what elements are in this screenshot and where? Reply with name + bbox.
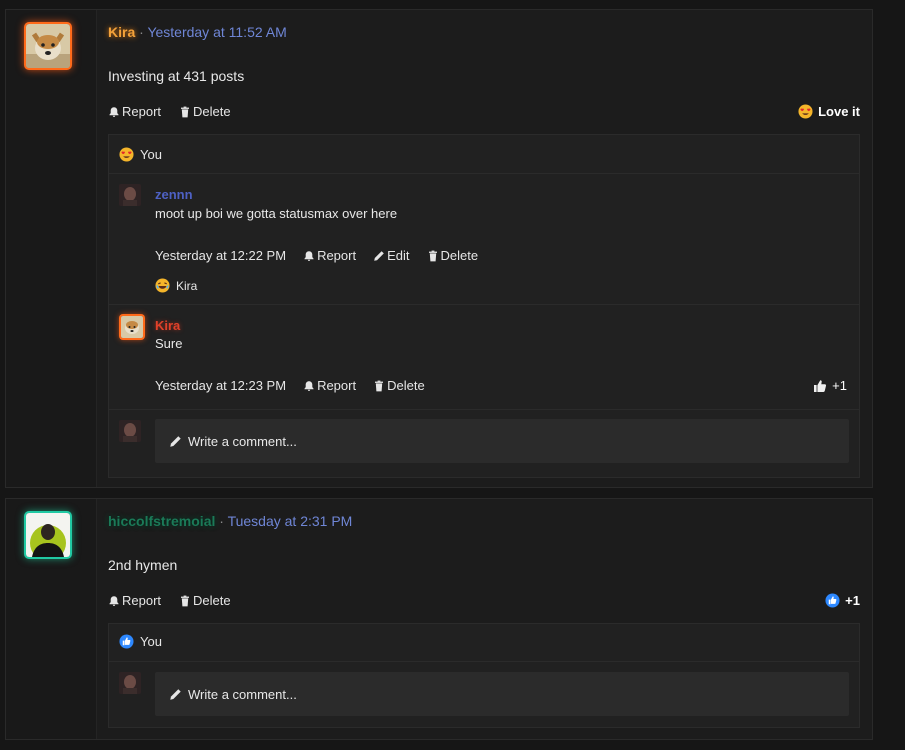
post-message: 2nd hymen [108, 557, 178, 573]
post-meta: Kira · Yesterday at 11:52 AM [108, 24, 287, 40]
avatar-image [119, 672, 141, 694]
heart-eyes-emoji-icon [119, 147, 134, 162]
post-timestamp[interactable]: Tuesday at 2:31 PM [228, 513, 353, 529]
heart-eyes-emoji-icon [798, 104, 813, 119]
comment-author[interactable]: zennn [155, 187, 193, 202]
post-2: hiccolfstremoial · Tuesday at 2:31 PM 2n… [5, 498, 873, 740]
reacted-by-row[interactable]: You [119, 147, 162, 162]
report-label: Report [317, 378, 357, 393]
report-button[interactable]: Report [303, 248, 356, 263]
report-button[interactable]: Report [303, 378, 356, 393]
divider [109, 409, 859, 410]
pencil-icon [169, 435, 182, 448]
post-actions: Report Delete [108, 104, 231, 119]
comment-timestamp[interactable]: Yesterday at 12:23 PM [155, 378, 286, 393]
bell-icon [108, 595, 120, 607]
post-author[interactable]: hiccolfstremoial [108, 513, 215, 529]
current-user-avatar [119, 420, 141, 442]
like-count: +1 [845, 593, 860, 608]
bell-icon [303, 250, 315, 262]
thumbs-up-icon [813, 379, 827, 393]
dog-avatar-image [26, 24, 70, 68]
like-emoji-icon [119, 634, 134, 649]
write-comment-input[interactable]: Write a comment... [155, 672, 849, 716]
post-meta: hiccolfstremoial · Tuesday at 2:31 PM [108, 513, 352, 529]
report-button[interactable]: Report [108, 593, 161, 608]
avatar-image [119, 420, 141, 442]
report-label: Report [122, 104, 162, 119]
post-author[interactable]: Kira [108, 24, 135, 40]
dog-avatar-image [121, 316, 143, 338]
trash-icon [179, 106, 191, 118]
comment-avatar[interactable] [119, 184, 141, 206]
meta-separator: · [219, 513, 224, 529]
comments-section: You zennn moot up boi we gotta statusmax… [108, 134, 860, 478]
reacted-by-label: You [140, 147, 162, 162]
comment-text: moot up boi we gotta statusmax over here [155, 206, 398, 221]
post-content: Kira · Yesterday at 11:52 AM Investing a… [108, 10, 860, 487]
divider [109, 661, 859, 662]
reacted-by-label: You [140, 634, 162, 649]
love-it-reaction[interactable]: Love it [798, 104, 860, 119]
delete-label: Delete [193, 593, 231, 608]
post-content: hiccolfstremoial · Tuesday at 2:31 PM 2n… [108, 499, 860, 739]
divider [109, 173, 859, 174]
post-message: Investing at 431 posts [108, 68, 245, 84]
comment-reacted-by-row[interactable]: Kira [155, 278, 197, 293]
avatar-image [119, 184, 141, 206]
avatar[interactable] [26, 24, 70, 68]
reacted-by-row[interactable]: You [119, 634, 162, 649]
comment-avatar[interactable] [121, 316, 143, 338]
bell-icon [108, 106, 120, 118]
post-actions: Report Delete [108, 593, 231, 608]
avatar[interactable] [26, 513, 70, 557]
delete-button[interactable]: Delete [179, 593, 231, 608]
trash-icon [427, 250, 439, 262]
report-label: Report [122, 593, 162, 608]
pencil-icon [373, 250, 385, 262]
love-it-label: Love it [818, 104, 860, 119]
comments-section: You Write a comment... [108, 623, 860, 728]
write-comment-placeholder: Write a comment... [188, 686, 297, 702]
like-reaction[interactable]: +1 [825, 593, 860, 608]
comment-author[interactable]: Kira [155, 318, 180, 333]
delete-label: Delete [387, 378, 425, 393]
trash-icon [179, 595, 191, 607]
pencil-icon [169, 688, 182, 701]
write-comment-placeholder: Write a comment... [188, 433, 297, 449]
delete-button[interactable]: Delete [179, 104, 231, 119]
trash-icon [373, 380, 385, 392]
comment-like-button[interactable]: +1 [813, 378, 847, 393]
edit-button[interactable]: Edit [373, 248, 410, 263]
delete-button[interactable]: Delete [427, 248, 479, 263]
edit-label: Edit [387, 248, 410, 263]
comment-actions: Yesterday at 12:22 PM Report Edit Delete [155, 248, 478, 263]
laughing-emoji-icon [155, 278, 170, 293]
meta-separator: · [139, 24, 144, 40]
reacted-by-label: Kira [176, 278, 198, 293]
delete-button[interactable]: Delete [373, 378, 425, 393]
current-user-avatar [119, 672, 141, 694]
delete-label: Delete [440, 248, 479, 263]
post-timestamp[interactable]: Yesterday at 11:52 AM [147, 24, 286, 40]
delete-label: Delete [193, 104, 231, 119]
post-user-column [6, 10, 97, 487]
comment-actions: Yesterday at 12:23 PM Report Delete [155, 378, 425, 393]
divider [109, 304, 859, 305]
like-emoji-icon [825, 593, 840, 608]
bell-icon [303, 380, 315, 392]
post-user-column [6, 499, 97, 739]
report-label: Report [317, 248, 357, 263]
like-count: +1 [832, 378, 847, 393]
write-comment-input[interactable]: Write a comment... [155, 419, 849, 463]
comment-text: Sure [155, 336, 183, 351]
report-button[interactable]: Report [108, 104, 161, 119]
comment-timestamp[interactable]: Yesterday at 12:22 PM [155, 248, 286, 263]
post-1: Kira · Yesterday at 11:52 AM Investing a… [5, 9, 873, 488]
avatar-image [26, 513, 70, 557]
